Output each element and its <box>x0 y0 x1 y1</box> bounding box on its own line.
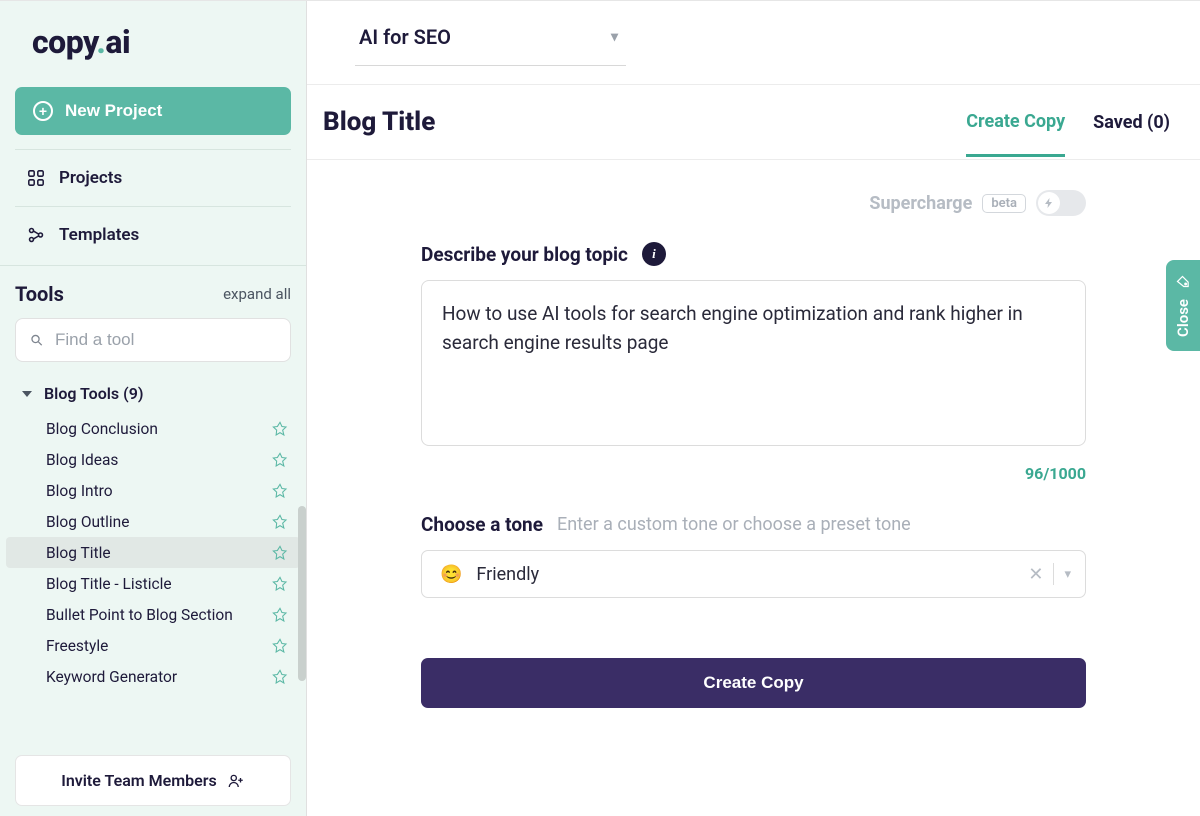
invite-label: Invite Team Members <box>61 771 217 790</box>
star-icon[interactable] <box>272 638 288 654</box>
search-input[interactable] <box>55 330 276 350</box>
tool-item-freestyle[interactable]: Freestyle <box>6 630 300 661</box>
beta-badge: beta <box>982 194 1026 213</box>
logo: copy.ai <box>0 1 306 87</box>
bolt-icon <box>1038 192 1060 214</box>
tools-title: Tools <box>15 282 64 306</box>
tool-label: Blog Title <box>46 544 111 562</box>
content: Supercharge beta Describe your blog topi… <box>307 160 1200 816</box>
star-icon[interactable] <box>272 421 288 437</box>
tool-item-bullet-point[interactable]: Bullet Point to Blog Section <box>6 599 300 630</box>
new-project-label: New Project <box>65 101 162 121</box>
create-copy-button[interactable]: Create Copy <box>421 658 1086 708</box>
tab-group: Create Copy Saved (0) <box>966 111 1170 134</box>
nav-templates[interactable]: Templates <box>15 207 291 263</box>
category-blog-tools[interactable]: Blog Tools (9) <box>0 374 306 413</box>
template-icon <box>27 226 45 244</box>
tool-label: Blog Outline <box>46 513 129 531</box>
tab-saved[interactable]: Saved (0) <box>1093 112 1170 155</box>
char-count: 96/1000 <box>421 464 1086 483</box>
expand-all-link[interactable]: expand all <box>223 285 291 303</box>
user-plus-icon <box>227 772 245 790</box>
project-select-value: AI for SEO <box>359 25 451 49</box>
supercharge-row: Supercharge beta <box>307 160 1200 224</box>
project-bar: AI for SEO ▾ <box>307 1 1200 85</box>
category-label: Blog Tools (9) <box>44 384 143 403</box>
info-icon[interactable]: i <box>642 242 666 266</box>
grid-icon <box>27 169 45 187</box>
tool-label: Blog Title - Listicle <box>46 575 172 593</box>
tool-item-blog-title-listicle[interactable]: Blog Title - Listicle <box>6 568 300 599</box>
chevron-down-icon[interactable]: ▾ <box>1064 567 1071 582</box>
supercharge-label: Supercharge <box>869 193 972 214</box>
tag-icon <box>1176 274 1191 289</box>
tool-label: Keyword Generator <box>46 668 177 686</box>
describe-input[interactable] <box>421 280 1086 446</box>
tone-emoji: 😊 <box>440 564 462 585</box>
logo-text-a: copy <box>32 23 96 61</box>
nav-block-2: Templates <box>15 206 291 263</box>
tool-list: Blog Tools (9) Blog Conclusion Blog Idea… <box>0 374 306 743</box>
close-label: Close <box>1174 299 1192 337</box>
sidebar: copy.ai + New Project Projects Template <box>0 1 307 816</box>
nav-templates-label: Templates <box>59 225 139 245</box>
close-panel-tab[interactable]: Close <box>1166 260 1200 351</box>
tool-label: Blog Intro <box>46 482 113 500</box>
search-box[interactable] <box>15 318 291 362</box>
star-icon[interactable] <box>272 607 288 623</box>
main: AI for SEO ▾ Blog Title Create Copy Save… <box>307 1 1200 816</box>
tone-value: Friendly <box>476 564 539 585</box>
tools-header: Tools expand all <box>0 265 306 318</box>
divider <box>1053 563 1054 585</box>
nav-projects[interactable]: Projects <box>15 150 291 206</box>
new-project-button[interactable]: + New Project <box>15 87 291 135</box>
caret-down-icon <box>22 391 32 397</box>
star-icon[interactable] <box>272 483 288 499</box>
tone-select[interactable]: 😊 Friendly ✕ ▾ <box>421 550 1086 598</box>
supercharge-toggle[interactable] <box>1036 190 1086 216</box>
tool-item-blog-ideas[interactable]: Blog Ideas <box>6 444 300 475</box>
tab-create-copy[interactable]: Create Copy <box>966 111 1065 157</box>
nav-block: Projects <box>15 149 291 206</box>
tool-item-blog-title[interactable]: Blog Title <box>6 537 300 568</box>
star-icon[interactable] <box>272 514 288 530</box>
tone-value-wrap: 😊 Friendly <box>440 564 539 585</box>
invite-team-button[interactable]: Invite Team Members <box>15 755 291 806</box>
describe-label-row: Describe your blog topic i <box>421 242 1086 266</box>
project-select[interactable]: AI for SEO ▾ <box>355 15 626 66</box>
tool-label: Bullet Point to Blog Section <box>46 606 233 624</box>
chevron-down-icon: ▾ <box>611 29 618 45</box>
star-icon[interactable] <box>272 545 288 561</box>
tool-label: Blog Conclusion <box>46 420 158 438</box>
star-icon[interactable] <box>272 669 288 685</box>
star-icon[interactable] <box>272 452 288 468</box>
tool-label: Freestyle <box>46 637 108 655</box>
tool-item-blog-conclusion[interactable]: Blog Conclusion <box>6 413 300 444</box>
tone-label: Choose a tone <box>421 513 543 536</box>
star-icon[interactable] <box>272 576 288 592</box>
form: Describe your blog topic i 96/1000 Choos… <box>307 224 1200 748</box>
tone-controls: ✕ ▾ <box>1028 563 1071 585</box>
describe-label: Describe your blog topic <box>421 243 628 266</box>
plus-icon: + <box>33 101 53 121</box>
logo-text-b: ai <box>105 23 130 61</box>
clear-icon[interactable]: ✕ <box>1028 564 1043 585</box>
tool-item-blog-intro[interactable]: Blog Intro <box>6 475 300 506</box>
title-row: Blog Title Create Copy Saved (0) <box>307 85 1200 160</box>
tone-hint: Enter a custom tone or choose a preset t… <box>557 514 911 535</box>
page-title: Blog Title <box>323 107 435 137</box>
search-icon <box>30 331 43 349</box>
scrollbar-thumb[interactable] <box>298 506 306 681</box>
tool-item-blog-outline[interactable]: Blog Outline <box>6 506 300 537</box>
nav-projects-label: Projects <box>59 168 122 188</box>
tool-item-keyword-generator[interactable]: Keyword Generator <box>6 661 300 692</box>
tool-label: Blog Ideas <box>46 451 118 469</box>
tone-label-row: Choose a tone Enter a custom tone or cho… <box>421 513 1086 536</box>
